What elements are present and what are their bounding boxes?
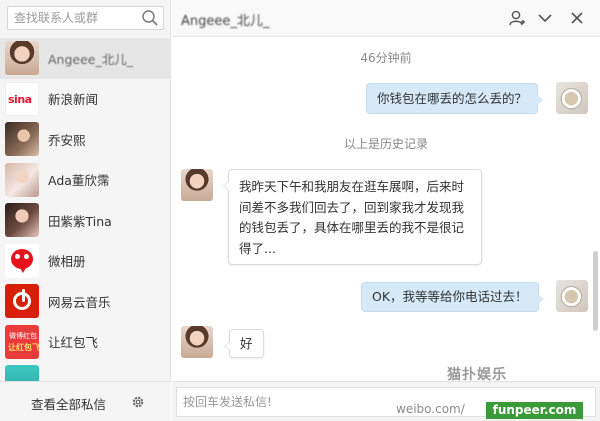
contact-item[interactable] bbox=[0, 362, 171, 381]
my-avatar bbox=[556, 82, 588, 114]
site-watermark: 猫扑娱乐 bbox=[447, 367, 507, 383]
contact-avatar bbox=[5, 122, 39, 157]
message-line: 的钱包丢了，具体在哪里丢的我不是很记 bbox=[239, 220, 465, 235]
contact-list: Angeee_北儿_ sina 新浪新闻 乔安熙 Ada董欣霈 田紫紫Tina … bbox=[0, 38, 171, 381]
micro-album-icon bbox=[5, 243, 39, 278]
sidebar-footer: 查看全部私信 bbox=[0, 381, 171, 421]
incoming-message: 好 bbox=[224, 329, 264, 358]
message-line: 我昨天下午和我朋友在逛车展啊，后来时 bbox=[239, 179, 465, 194]
contact-name: 微相册 bbox=[48, 254, 86, 270]
outgoing-message: OK，我等等给你电话过去！ bbox=[361, 282, 544, 312]
red-packet-icon: 微博红包 让红包飞 bbox=[5, 324, 39, 359]
contact-name: 新浪新闻 bbox=[48, 92, 99, 108]
contact-avatar bbox=[5, 203, 39, 238]
contact-item[interactable]: Ada董欣霈 bbox=[0, 160, 171, 201]
my-avatar bbox=[556, 280, 588, 312]
scrollbar[interactable] bbox=[593, 251, 598, 331]
funpeer-watermark: funpeer.com bbox=[486, 402, 583, 419]
netease-music-icon bbox=[5, 284, 39, 319]
outgoing-message: 你钱包在哪丢的怎么丢的？ bbox=[366, 83, 544, 114]
gear-icon[interactable] bbox=[131, 395, 145, 409]
weibo-watermark: weibo.com/ bbox=[396, 402, 465, 416]
chat-header: Angeee_北儿_ bbox=[172, 0, 600, 37]
chevron-down-icon[interactable] bbox=[536, 9, 554, 27]
contact-avatar bbox=[5, 365, 39, 381]
view-all-messages-link[interactable]: 查看全部私信 bbox=[31, 394, 106, 413]
contact-avatar bbox=[181, 326, 213, 358]
contact-sidebar: Angeee_北儿_ sina 新浪新闻 乔安熙 Ada董欣霈 田紫紫Tina … bbox=[0, 0, 171, 421]
message-line: 间差不多我们回去了，回到家我才发现我 bbox=[239, 199, 465, 215]
sina-logo-icon: sina bbox=[5, 81, 39, 116]
contact-avatar bbox=[181, 169, 213, 201]
chat-title: Angeee_北儿_ bbox=[181, 14, 270, 29]
contact-name: Ada董欣霈 bbox=[48, 173, 110, 189]
contact-item[interactable]: 乔安熙 bbox=[0, 119, 171, 160]
contact-avatar bbox=[5, 162, 39, 197]
message-line: 得了... bbox=[239, 240, 276, 256]
contact-item[interactable]: 田紫紫Tina bbox=[0, 200, 171, 241]
contact-item[interactable]: 微相册 bbox=[0, 241, 171, 282]
close-icon[interactable] bbox=[568, 9, 586, 27]
contact-name: Angeee_北儿_ bbox=[48, 51, 133, 67]
contact-item[interactable]: Angeee_北儿_ bbox=[0, 38, 171, 79]
incoming-message: 我昨天下午和我朋友在逛车展啊，后来时 间差不多我们回去了，回到家我才发现我 的钱… bbox=[223, 169, 482, 265]
contact-name: 网易云音乐 bbox=[48, 294, 111, 310]
contact-name: 乔安熙 bbox=[48, 132, 86, 148]
contact-name: 田紫紫Tina bbox=[48, 213, 112, 229]
message-area[interactable]: 46分钟前 你钱包在哪丢的怎么丢的？ 以上是历史记录 我昨天下午和我朋友在逛车展… bbox=[172, 38, 600, 381]
contact-item[interactable]: sina 新浪新闻 bbox=[0, 79, 171, 120]
timestamp-label: 46分钟前 bbox=[360, 51, 412, 65]
search-input[interactable] bbox=[8, 7, 134, 29]
add-user-icon[interactable] bbox=[508, 9, 526, 27]
search-icon[interactable] bbox=[141, 9, 159, 27]
contact-name: 让红包飞 bbox=[48, 335, 99, 351]
contact-item[interactable]: 微博红包 让红包飞 让红包飞 bbox=[0, 322, 171, 363]
contact-avatar bbox=[5, 41, 39, 76]
contact-item[interactable]: 网易云音乐 bbox=[0, 281, 171, 322]
history-divider-label: 以上是历史记录 bbox=[343, 137, 428, 151]
search-box[interactable] bbox=[7, 6, 164, 30]
